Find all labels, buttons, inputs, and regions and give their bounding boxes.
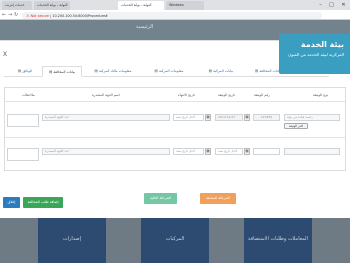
documents-table <box>4 87 346 171</box>
minimize-icon[interactable]: – <box>316 1 325 9</box>
previous-stage-button[interactable]: المرحلة السابقة <box>200 193 236 204</box>
column-header: تاريخ الانتهاء <box>178 93 195 97</box>
document-type-select[interactable]: رخصة قيادة من دولة <box>284 114 340 121</box>
tab-label: معلومات المركبة <box>158 69 184 73</box>
column-header: رقم الوثيقة <box>254 93 270 97</box>
tab-label: معلومات مالك المركبة <box>98 69 132 73</box>
close-button[interactable]: إغلاق <box>3 197 20 208</box>
notes-input[interactable] <box>7 114 39 127</box>
column-header: نوع الوثيقة <box>313 93 329 97</box>
document-icon: ▤ <box>17 69 22 73</box>
tab-label: بيانات المخالفة <box>53 70 76 74</box>
brand-subtitle: المركزية لبيئة الخدمة من الفنون <box>288 52 344 57</box>
tab-violation-info[interactable]: ▤ بيانات المخالفة <box>42 66 82 77</box>
divider <box>5 137 345 138</box>
maximize-icon[interactable]: □ <box>327 1 336 9</box>
url-value: 10.200.100.54:8000/Procedure# <box>52 13 108 18</box>
document-icon: ▤ <box>48 70 53 74</box>
document-icon: ▤ <box>254 69 259 73</box>
document-date-input[interactable]: أدخل تاريخ سنة <box>215 148 243 155</box>
close-window-icon[interactable]: ✕ <box>339 1 348 9</box>
document-icon: ▤ <box>154 69 158 73</box>
document-icon: ▤ <box>94 69 98 73</box>
browser-tab-active[interactable]: البوابة - بوابة الخدمات <box>118 1 164 10</box>
brand-title: بيئة الخدمة <box>300 40 344 49</box>
document-number-input[interactable]: 123456 <box>253 114 280 121</box>
security-label: Not secure <box>30 13 49 18</box>
tab-vehicle-info[interactable]: ▤ معلومات المركبة <box>144 66 194 77</box>
document-date-input[interactable]: 2017/12/27 <box>215 114 243 121</box>
browser-tab-bar: خدمات إنترنت البوابة - بوابة الخدمات الب… <box>0 0 350 10</box>
notes-input[interactable] <box>7 148 39 161</box>
close-icon[interactable]: X <box>3 51 7 58</box>
page-header-label: الرئيسية <box>136 24 154 30</box>
document-number-input[interactable] <box>253 148 280 155</box>
column-header: اسم الجهة المصدرة <box>92 93 120 97</box>
calendar-icon[interactable]: ▦ <box>244 114 250 121</box>
tab-label: بيانات المخالفة <box>259 69 282 73</box>
next-stage-button[interactable]: المرحلة التالية <box>144 193 177 204</box>
document-icon: ▤ <box>208 69 213 73</box>
tab-vehicle-data[interactable]: ▤ بيانات المركبة <box>199 66 243 77</box>
issuer-select[interactable]: حدد الجهة المصدرة <box>42 114 170 121</box>
address-bar: ← → ↻ ⚠ Not secure | 10.200.100.54:8000/… <box>0 10 350 20</box>
warning-icon: ⚠ <box>26 12 30 18</box>
brand-panel: بيئة الخدمة المركزية لبيئة الخدمة من الف… <box>279 34 350 74</box>
tab-owner-info[interactable]: ▤ معلومات مالك المركبة <box>84 66 142 77</box>
back-icon[interactable]: ← <box>2 11 6 19</box>
expiry-date-input[interactable]: أدخل تاريخ سنة <box>173 114 204 121</box>
browser-tab[interactable]: Windows <box>166 1 204 10</box>
document-type-select[interactable] <box>284 148 340 155</box>
tab-label: الوثائق <box>22 69 33 73</box>
issuer-select[interactable]: حدد الجهة المصدرة <box>42 148 170 155</box>
column-header: ملاحظات <box>22 93 35 97</box>
tab-documents[interactable]: ▤ الوثائق <box>10 66 40 77</box>
tab-label: بيانات المركبة <box>213 69 234 73</box>
expiry-date-input[interactable]: أدخل تاريخ سنة <box>173 148 204 155</box>
divider <box>5 101 345 102</box>
column-header: تاريخ الوثيقة <box>218 93 236 97</box>
reload-icon[interactable]: ↻ <box>14 11 18 19</box>
browser-tab[interactable]: خدمات إنترنت <box>2 1 32 10</box>
url-input[interactable]: ⚠ Not secure | 10.200.100.54:8000/Proced… <box>22 11 322 19</box>
calendar-icon[interactable]: ▦ <box>244 148 250 155</box>
calendar-icon[interactable]: ▦ <box>205 114 211 121</box>
browse-document-button[interactable]: اختر الوثيقة <box>284 123 308 129</box>
add-violation-button[interactable]: إضافة طلب المخالفة <box>23 197 63 208</box>
browser-tab[interactable]: البوابة - بوابة الخدمات <box>34 1 70 10</box>
calendar-icon[interactable]: ▦ <box>205 148 211 155</box>
forward-icon[interactable]: → <box>8 11 12 19</box>
